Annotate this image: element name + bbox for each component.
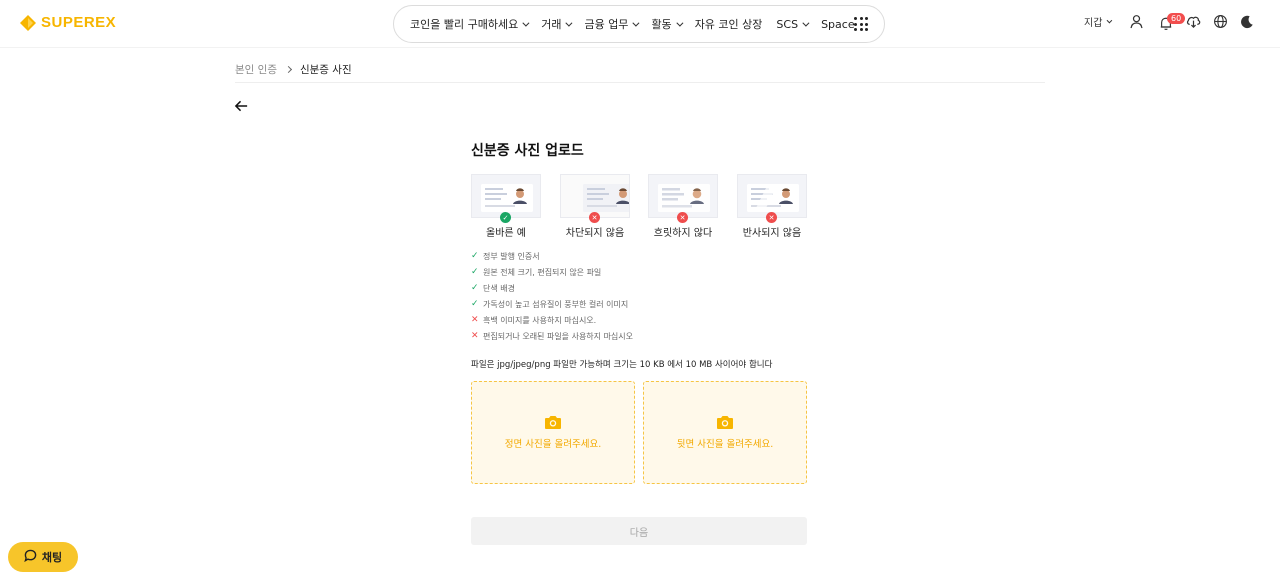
- app-grid-icon[interactable]: [854, 17, 868, 31]
- nav-trade[interactable]: 거래: [541, 16, 573, 32]
- requirements-list: ✓ 정부 발행 인증서 ✓ 원본 전체 크기, 편집되지 않은 파일 ✓ 단색 배경 …: [471, 248, 633, 344]
- divider: [235, 82, 1045, 83]
- upload-back-dropzone[interactable]: 뒷면 사진을 올려주세요.: [643, 381, 807, 484]
- wallet-label: 지갑: [1084, 18, 1103, 29]
- moon-icon[interactable]: [1240, 14, 1256, 30]
- nav-label: 자유 코인 상장: [694, 18, 763, 31]
- notification-badge: 60: [1167, 13, 1186, 24]
- nav-buy-crypto[interactable]: 코인을 빨리 구매하세요: [410, 16, 530, 32]
- nav-activity[interactable]: 활동: [651, 16, 684, 32]
- chevron-down-icon: [522, 19, 530, 27]
- chevron-down-icon: [802, 19, 810, 27]
- example-blurry: ✕ 흐릿하지 않다: [648, 174, 718, 239]
- chevron-down-icon: [632, 19, 640, 27]
- logo[interactable]: SUPEREX: [20, 14, 116, 31]
- next-button[interactable]: 다음: [471, 517, 807, 545]
- nav-label: Space: [821, 17, 855, 31]
- breadcrumb-parent[interactable]: 본인 인증: [235, 62, 277, 77]
- x-circle-icon: ✕: [766, 212, 777, 223]
- list-item: ✕ 편집되거나 오래된 파일을 사용하지 마십시오: [471, 328, 633, 344]
- chat-button[interactable]: 채팅: [8, 542, 78, 572]
- example-label: 흐릿하지 않다: [653, 228, 713, 239]
- upload-front-dropzone[interactable]: 정면 사진을 올려주세요.: [471, 381, 635, 484]
- diamond-logo-icon: [20, 14, 36, 31]
- rule-text: 원본 전체 크기, 편집되지 않은 파일: [483, 267, 602, 277]
- x-icon: ✕: [471, 331, 479, 341]
- rule-text: 가독성이 높고 섬유질이 풍부한 컬러 이미지: [483, 299, 629, 309]
- rule-text: 단색 배경: [483, 283, 515, 293]
- nav-label: 코인을 빨리 구매하세요: [410, 18, 519, 31]
- list-item: ✓ 가독성이 높고 섬유질이 풍부한 컬러 이미지: [471, 296, 633, 312]
- check-icon: ✓: [471, 267, 479, 277]
- example-correct: ✓ 올바른 예: [471, 174, 541, 239]
- x-icon: ✕: [471, 315, 479, 325]
- rule-text: 정부 발행 인증서: [483, 251, 540, 261]
- wallet-menu[interactable]: 지갑: [1084, 14, 1113, 29]
- download-icon[interactable]: [1186, 14, 1202, 30]
- check-icon: ✓: [471, 283, 479, 293]
- camera-icon: [716, 415, 734, 430]
- list-item: ✕ 흑백 이미지를 사용하지 마십시오.: [471, 312, 633, 328]
- chat-bubble-icon: [24, 549, 37, 565]
- globe-icon[interactable]: [1213, 14, 1229, 30]
- chevron-right-icon: [284, 65, 293, 74]
- x-circle-icon: ✕: [677, 212, 688, 223]
- breadcrumb-current: 신분증 사진: [299, 64, 352, 76]
- nav-free-listing[interactable]: 자유 코인 상장: [695, 16, 763, 32]
- nav-label: 거래: [541, 18, 562, 31]
- example-label: 차단되지 않음: [565, 228, 625, 239]
- check-icon: ✓: [471, 251, 479, 261]
- chevron-down-icon: [1106, 17, 1113, 23]
- example-label: 반사되지 않음: [742, 228, 802, 239]
- check-circle-icon: ✓: [500, 212, 511, 223]
- user-icon[interactable]: [1129, 14, 1145, 30]
- logo-text: SUPEREX: [41, 14, 117, 31]
- nav-scs[interactable]: SCS: [776, 17, 810, 31]
- nav-space[interactable]: Space: [821, 18, 855, 31]
- list-item: ✓ 원본 전체 크기, 편집되지 않은 파일: [471, 264, 633, 280]
- camera-icon: [544, 415, 562, 430]
- example-label: 올바른 예: [486, 228, 526, 239]
- upload-front-label: 정면 사진을 올려주세요.: [504, 439, 602, 450]
- x-circle-icon: ✕: [589, 212, 600, 223]
- list-item: ✓ 정부 발행 인증서: [471, 248, 633, 264]
- chat-label: 채팅: [41, 551, 63, 564]
- file-requirement-note: 파일은 jpg/jpeg/png 파일만 가능하며 크기는 10 KB 에서 1…: [471, 360, 773, 370]
- example-cropped: ✕ 차단되지 않음: [560, 174, 630, 239]
- chevron-down-icon: [676, 19, 684, 27]
- check-icon: ✓: [471, 299, 479, 309]
- nav-label: 금융 업무: [584, 18, 629, 31]
- chevron-down-icon: [565, 19, 573, 27]
- main-nav: 코인을 빨리 구매하세요 거래 금융 업무 활동 자유 코인 상장 SCS Sp…: [393, 5, 885, 43]
- upload-back-label: 뒷면 사진을 올려주세요.: [676, 439, 774, 450]
- rule-text: 편집되거나 오래된 파일을 사용하지 마십시오: [483, 331, 634, 341]
- page-title: 신분증 사진 업로드: [471, 143, 584, 159]
- rule-text: 흑백 이미지를 사용하지 마십시오.: [483, 315, 597, 325]
- nav-label: 활동: [651, 18, 672, 31]
- nav-label: SCS: [776, 17, 799, 31]
- back-arrow-icon[interactable]: [234, 98, 250, 112]
- example-reflection: ✕ 반사되지 않음: [737, 174, 807, 239]
- breadcrumb: 본인 인증 신분증 사진: [235, 62, 352, 77]
- top-header: SUPEREX 코인을 빨리 구매하세요 거래 금융 업무 활동 자유 코인 상…: [0, 0, 1280, 48]
- list-item: ✓ 단색 배경: [471, 280, 633, 296]
- nav-finance[interactable]: 금융 업무: [584, 16, 640, 32]
